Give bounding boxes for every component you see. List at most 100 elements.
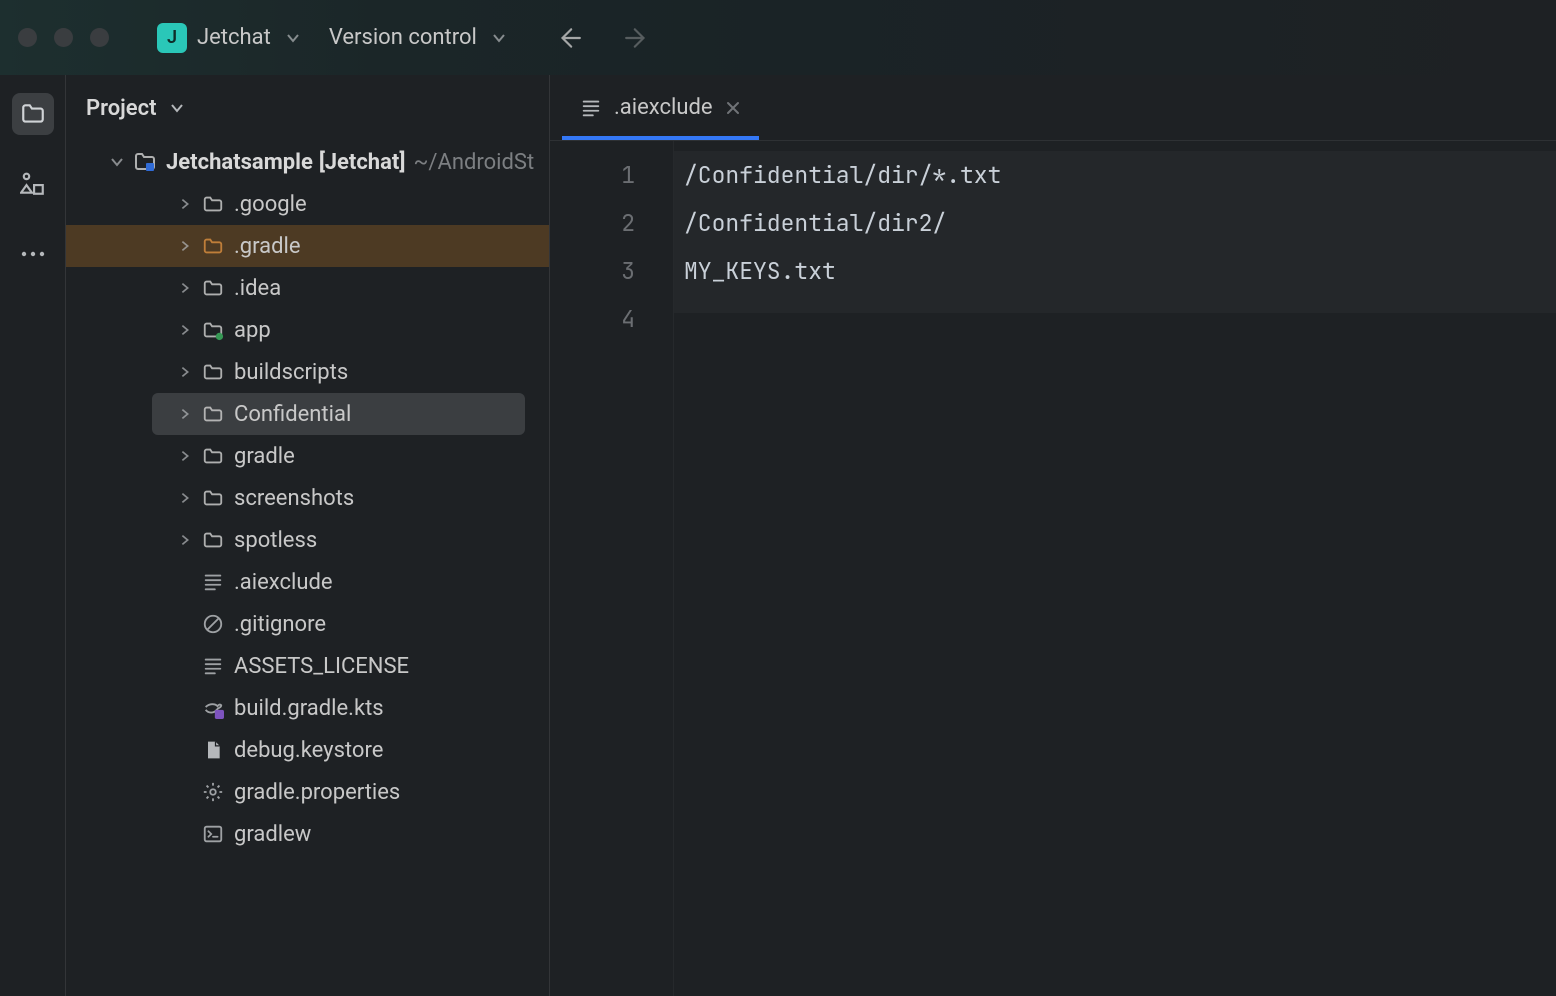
tree-item-app[interactable]: app xyxy=(66,309,549,351)
chevron-right-icon[interactable] xyxy=(174,323,196,337)
project-name-label: Jetchat xyxy=(197,25,271,50)
chevron-right-icon[interactable] xyxy=(174,197,196,211)
tool-window-bar xyxy=(0,75,66,996)
tree-item-label: buildscripts xyxy=(234,360,348,385)
ignore-icon xyxy=(200,613,226,635)
tab-filename: .aiexclude xyxy=(614,95,713,120)
chevron-right-icon[interactable] xyxy=(174,407,196,421)
tree-item-label: .aiexclude xyxy=(234,570,333,595)
tree-item-buildscripts[interactable]: buildscripts xyxy=(66,351,549,393)
chevron-down-icon xyxy=(285,30,301,46)
tree-item-label: .gradle xyxy=(234,234,301,259)
tree-item-label: build.gradle.kts xyxy=(234,696,384,721)
tree-item-gradlew[interactable]: gradlew xyxy=(66,813,549,855)
code-line: MY_KEYS.txt xyxy=(674,247,1556,295)
project-selector[interactable]: J Jetchat xyxy=(147,17,311,59)
tree-item-label: debug.keystore xyxy=(234,738,383,763)
editor-area: .aiexclude 1 2 3 4 /Confidential/dir/*.t… xyxy=(550,75,1556,996)
chevron-right-icon[interactable] xyxy=(174,281,196,295)
textfile-icon xyxy=(580,97,602,119)
sidebar-header[interactable]: Project xyxy=(66,75,549,141)
line-number: 1 xyxy=(550,151,673,199)
line-number: 3 xyxy=(550,247,673,295)
terminal-icon xyxy=(200,823,226,845)
tree-item-gradleproperties[interactable]: gradle.properties xyxy=(66,771,549,813)
nav-back-button[interactable] xyxy=(555,24,583,52)
tree-item-label: screenshots xyxy=(234,486,354,511)
tree-root-path: ~/AndroidSt xyxy=(413,150,534,175)
tree-item-gradle[interactable]: gradle xyxy=(66,435,549,477)
tree-item-label: ASSETS_LICENSE xyxy=(234,654,409,679)
editor-tabs: .aiexclude xyxy=(550,75,1556,141)
tree-item-label: gradlew xyxy=(234,822,311,847)
tree-item-label: gradle.properties xyxy=(234,780,400,805)
module-icon xyxy=(200,319,226,341)
tree-item-debugkeystore[interactable]: debug.keystore xyxy=(66,729,549,771)
file-icon xyxy=(200,739,226,761)
tree-item-label: app xyxy=(234,318,271,343)
module-folder-icon xyxy=(132,150,158,174)
gradlekts-icon xyxy=(200,697,226,719)
tree-item-gradle[interactable]: .gradle xyxy=(66,225,549,267)
project-tool-button[interactable] xyxy=(12,93,54,135)
code-line xyxy=(674,295,1556,313)
project-tree: Jetchatsample [Jetchat] ~/AndroidSt .goo… xyxy=(66,141,549,996)
chevron-down-icon xyxy=(169,100,185,116)
chevron-right-icon[interactable] xyxy=(174,533,196,547)
more-tools-button[interactable] xyxy=(12,233,54,275)
close-icon[interactable] xyxy=(725,100,741,116)
folder-icon xyxy=(200,445,226,467)
chevron-right-icon[interactable] xyxy=(174,365,196,379)
tree-item-assetslicense[interactable]: ASSETS_LICENSE xyxy=(66,645,549,687)
window-controls xyxy=(18,28,109,47)
gutter: 1 2 3 4 xyxy=(550,141,674,996)
maximize-window-icon[interactable] xyxy=(90,28,109,47)
tree-root[interactable]: Jetchatsample [Jetchat] ~/AndroidSt xyxy=(66,141,549,183)
version-control-selector[interactable]: Version control xyxy=(319,19,517,56)
tree-root-suffix: [Jetchat] xyxy=(319,150,406,175)
project-sidebar: Project Jetchatsample [Jetchat] ~/Androi… xyxy=(66,75,550,996)
version-control-label: Version control xyxy=(329,25,477,50)
structure-icon xyxy=(20,171,46,197)
tree-item-label: spotless xyxy=(234,528,317,553)
tree-item-spotless[interactable]: spotless xyxy=(66,519,549,561)
tree-item-label: gradle xyxy=(234,444,295,469)
tree-item-google[interactable]: .google xyxy=(66,183,549,225)
chevron-right-icon[interactable] xyxy=(174,491,196,505)
folder-icon xyxy=(20,101,46,127)
minimize-window-icon[interactable] xyxy=(54,28,73,47)
chevron-down-icon xyxy=(491,30,507,46)
tree-item-gitignore[interactable]: .gitignore xyxy=(66,603,549,645)
gear-icon xyxy=(200,781,226,803)
line-number: 4 xyxy=(550,295,673,343)
tree-item-idea[interactable]: .idea xyxy=(66,267,549,309)
code-area[interactable]: 1 2 3 4 /Confidential/dir/*.txt /Confide… xyxy=(550,141,1556,996)
more-icon xyxy=(20,249,46,259)
textfile-icon xyxy=(200,571,226,593)
chevron-right-icon[interactable] xyxy=(174,239,196,253)
code-content[interactable]: /Confidential/dir/*.txt /Confidential/di… xyxy=(674,141,1556,996)
tree-item-label: .idea xyxy=(234,276,281,301)
folder-icon xyxy=(200,235,226,257)
close-window-icon[interactable] xyxy=(18,28,37,47)
folder-icon xyxy=(200,487,226,509)
code-line: /Confidential/dir2/ xyxy=(674,199,1556,247)
tree-root-name: Jetchatsample xyxy=(166,150,313,175)
structure-tool-button[interactable] xyxy=(12,163,54,205)
tree-item-buildgradlekts[interactable]: build.gradle.kts xyxy=(66,687,549,729)
tree-item-confidential[interactable]: Confidential xyxy=(152,393,525,435)
project-icon: J xyxy=(157,23,187,53)
titlebar: J Jetchat Version control xyxy=(0,0,1556,75)
chevron-right-icon[interactable] xyxy=(174,449,196,463)
folder-icon xyxy=(200,193,226,215)
tree-item-screenshots[interactable]: screenshots xyxy=(66,477,549,519)
tree-item-aiexclude[interactable]: .aiexclude xyxy=(66,561,549,603)
code-line: /Confidential/dir/*.txt xyxy=(674,151,1556,199)
textfile-icon xyxy=(200,655,226,677)
sidebar-title: Project xyxy=(86,96,157,121)
nav-forward-button[interactable] xyxy=(623,24,651,52)
folder-icon xyxy=(200,529,226,551)
folder-icon xyxy=(200,277,226,299)
editor-tab-aiexclude[interactable]: .aiexclude xyxy=(562,81,759,140)
chevron-down-icon[interactable] xyxy=(106,154,128,170)
